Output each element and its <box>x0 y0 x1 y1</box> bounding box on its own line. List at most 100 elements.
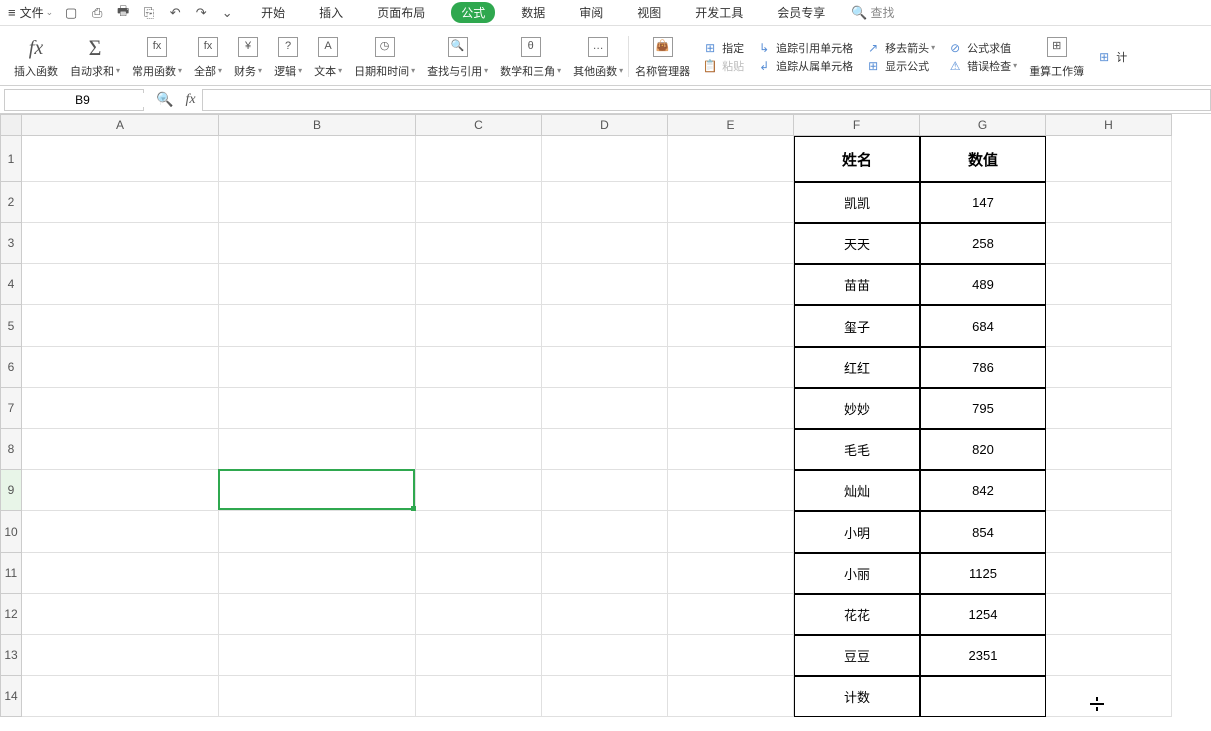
row-header-3[interactable]: 3 <box>0 223 22 264</box>
col-header-A[interactable]: A <box>22 114 219 136</box>
cell[interactable] <box>1046 182 1172 223</box>
tab-会员专享[interactable]: 会员专享 <box>769 1 833 24</box>
row-header-8[interactable]: 8 <box>0 429 22 470</box>
row-header-9[interactable]: 9 <box>0 470 22 511</box>
row-header-2[interactable]: 2 <box>0 182 22 223</box>
row-header-1[interactable]: 1 <box>0 136 22 182</box>
row-header-7[interactable]: 7 <box>0 388 22 429</box>
cell[interactable]: 豆豆 <box>794 635 920 676</box>
show-formula-button[interactable]: ⊞显示公式 <box>865 58 935 74</box>
cell[interactable]: 258 <box>920 223 1046 264</box>
cell[interactable]: 786 <box>920 347 1046 388</box>
cell[interactable] <box>219 136 416 182</box>
cell[interactable] <box>1046 305 1172 347</box>
cell[interactable] <box>1046 347 1172 388</box>
cell[interactable] <box>219 223 416 264</box>
text-group[interactable]: A 文本▾ <box>308 28 348 85</box>
cell[interactable] <box>1046 388 1172 429</box>
cell[interactable] <box>22 676 219 717</box>
undo-icon[interactable]: ↶ <box>167 5 183 21</box>
row-header-12[interactable]: 12 <box>0 594 22 635</box>
cell[interactable] <box>22 429 219 470</box>
cell[interactable] <box>668 635 794 676</box>
cell[interactable] <box>920 676 1046 717</box>
cell[interactable]: 489 <box>920 264 1046 305</box>
cell[interactable] <box>219 347 416 388</box>
cell[interactable] <box>668 388 794 429</box>
save-icon[interactable]: 🖶 <box>115 5 131 21</box>
autosum-group[interactable]: Σ 自动求和▾ <box>64 28 126 85</box>
search-box[interactable]: 🔍 查找 <box>851 4 894 21</box>
cell[interactable] <box>668 347 794 388</box>
new-icon[interactable]: ▢ <box>63 5 79 21</box>
cell[interactable] <box>668 553 794 594</box>
col-header-G[interactable]: G <box>920 114 1046 136</box>
cell[interactable] <box>416 429 542 470</box>
cell[interactable]: 小丽 <box>794 553 920 594</box>
cell[interactable] <box>668 182 794 223</box>
recalc-group[interactable]: ⊞ 重算工作簿 <box>1023 28 1090 85</box>
eval-formula-button[interactable]: ⊘公式求值 <box>947 40 1017 56</box>
cell[interactable] <box>542 305 668 347</box>
cell[interactable]: 684 <box>920 305 1046 347</box>
paste-button[interactable]: 📋粘贴 <box>702 58 744 74</box>
redo-icon[interactable]: ↷ <box>193 5 209 21</box>
cell[interactable] <box>416 553 542 594</box>
tab-视图[interactable]: 视图 <box>629 1 669 24</box>
cell[interactable] <box>22 136 219 182</box>
cell[interactable] <box>219 429 416 470</box>
cell[interactable] <box>219 305 416 347</box>
cell[interactable] <box>219 470 416 511</box>
cell[interactable] <box>219 182 416 223</box>
cell[interactable]: 妙妙 <box>794 388 920 429</box>
cell[interactable] <box>1046 511 1172 553</box>
zoom-icon[interactable]: 🔍 <box>156 91 173 108</box>
cell[interactable]: 凯凯 <box>794 182 920 223</box>
cell[interactable] <box>416 388 542 429</box>
cell[interactable] <box>416 594 542 635</box>
cell[interactable]: 红红 <box>794 347 920 388</box>
cell[interactable]: 毛毛 <box>794 429 920 470</box>
cell[interactable]: 842 <box>920 470 1046 511</box>
cell[interactable] <box>668 429 794 470</box>
cell[interactable] <box>219 388 416 429</box>
assign-button[interactable]: ⊞指定 <box>702 40 744 56</box>
cell[interactable] <box>668 676 794 717</box>
cell[interactable] <box>1046 635 1172 676</box>
row-header-4[interactable]: 4 <box>0 264 22 305</box>
cell[interactable] <box>668 470 794 511</box>
cell[interactable] <box>219 553 416 594</box>
tab-数据[interactable]: 数据 <box>513 1 553 24</box>
cell[interactable] <box>416 676 542 717</box>
lookup-group[interactable]: 🔍 查找与引用▾ <box>421 28 494 85</box>
all-fn-group[interactable]: fx 全部▾ <box>188 28 228 85</box>
tab-公式[interactable]: 公式 <box>451 2 495 23</box>
row-header-10[interactable]: 10 <box>0 511 22 553</box>
cell[interactable] <box>22 388 219 429</box>
cell[interactable] <box>542 264 668 305</box>
tab-插入[interactable]: 插入 <box>311 1 351 24</box>
logic-group[interactable]: ? 逻辑▾ <box>268 28 308 85</box>
cell[interactable] <box>416 136 542 182</box>
cell[interactable] <box>542 136 668 182</box>
cell[interactable] <box>668 305 794 347</box>
cell[interactable] <box>542 347 668 388</box>
row-header-14[interactable]: 14 <box>0 676 22 717</box>
col-header-D[interactable]: D <box>542 114 668 136</box>
col-header-F[interactable]: F <box>794 114 920 136</box>
cell[interactable] <box>416 182 542 223</box>
cell[interactable] <box>542 388 668 429</box>
cell[interactable]: 854 <box>920 511 1046 553</box>
cell[interactable]: 姓名 <box>794 136 920 182</box>
cell[interactable] <box>1046 429 1172 470</box>
cell[interactable] <box>668 264 794 305</box>
col-header-B[interactable]: B <box>219 114 416 136</box>
trace-dependents-button[interactable]: ↲追踪从属单元格 <box>756 58 853 74</box>
cell[interactable] <box>542 553 668 594</box>
cell[interactable] <box>416 305 542 347</box>
math-group[interactable]: θ 数学和三角▾ <box>494 28 567 85</box>
cell[interactable]: 花花 <box>794 594 920 635</box>
cell[interactable] <box>1046 136 1172 182</box>
col-header-H[interactable]: H <box>1046 114 1172 136</box>
cell[interactable]: 天天 <box>794 223 920 264</box>
